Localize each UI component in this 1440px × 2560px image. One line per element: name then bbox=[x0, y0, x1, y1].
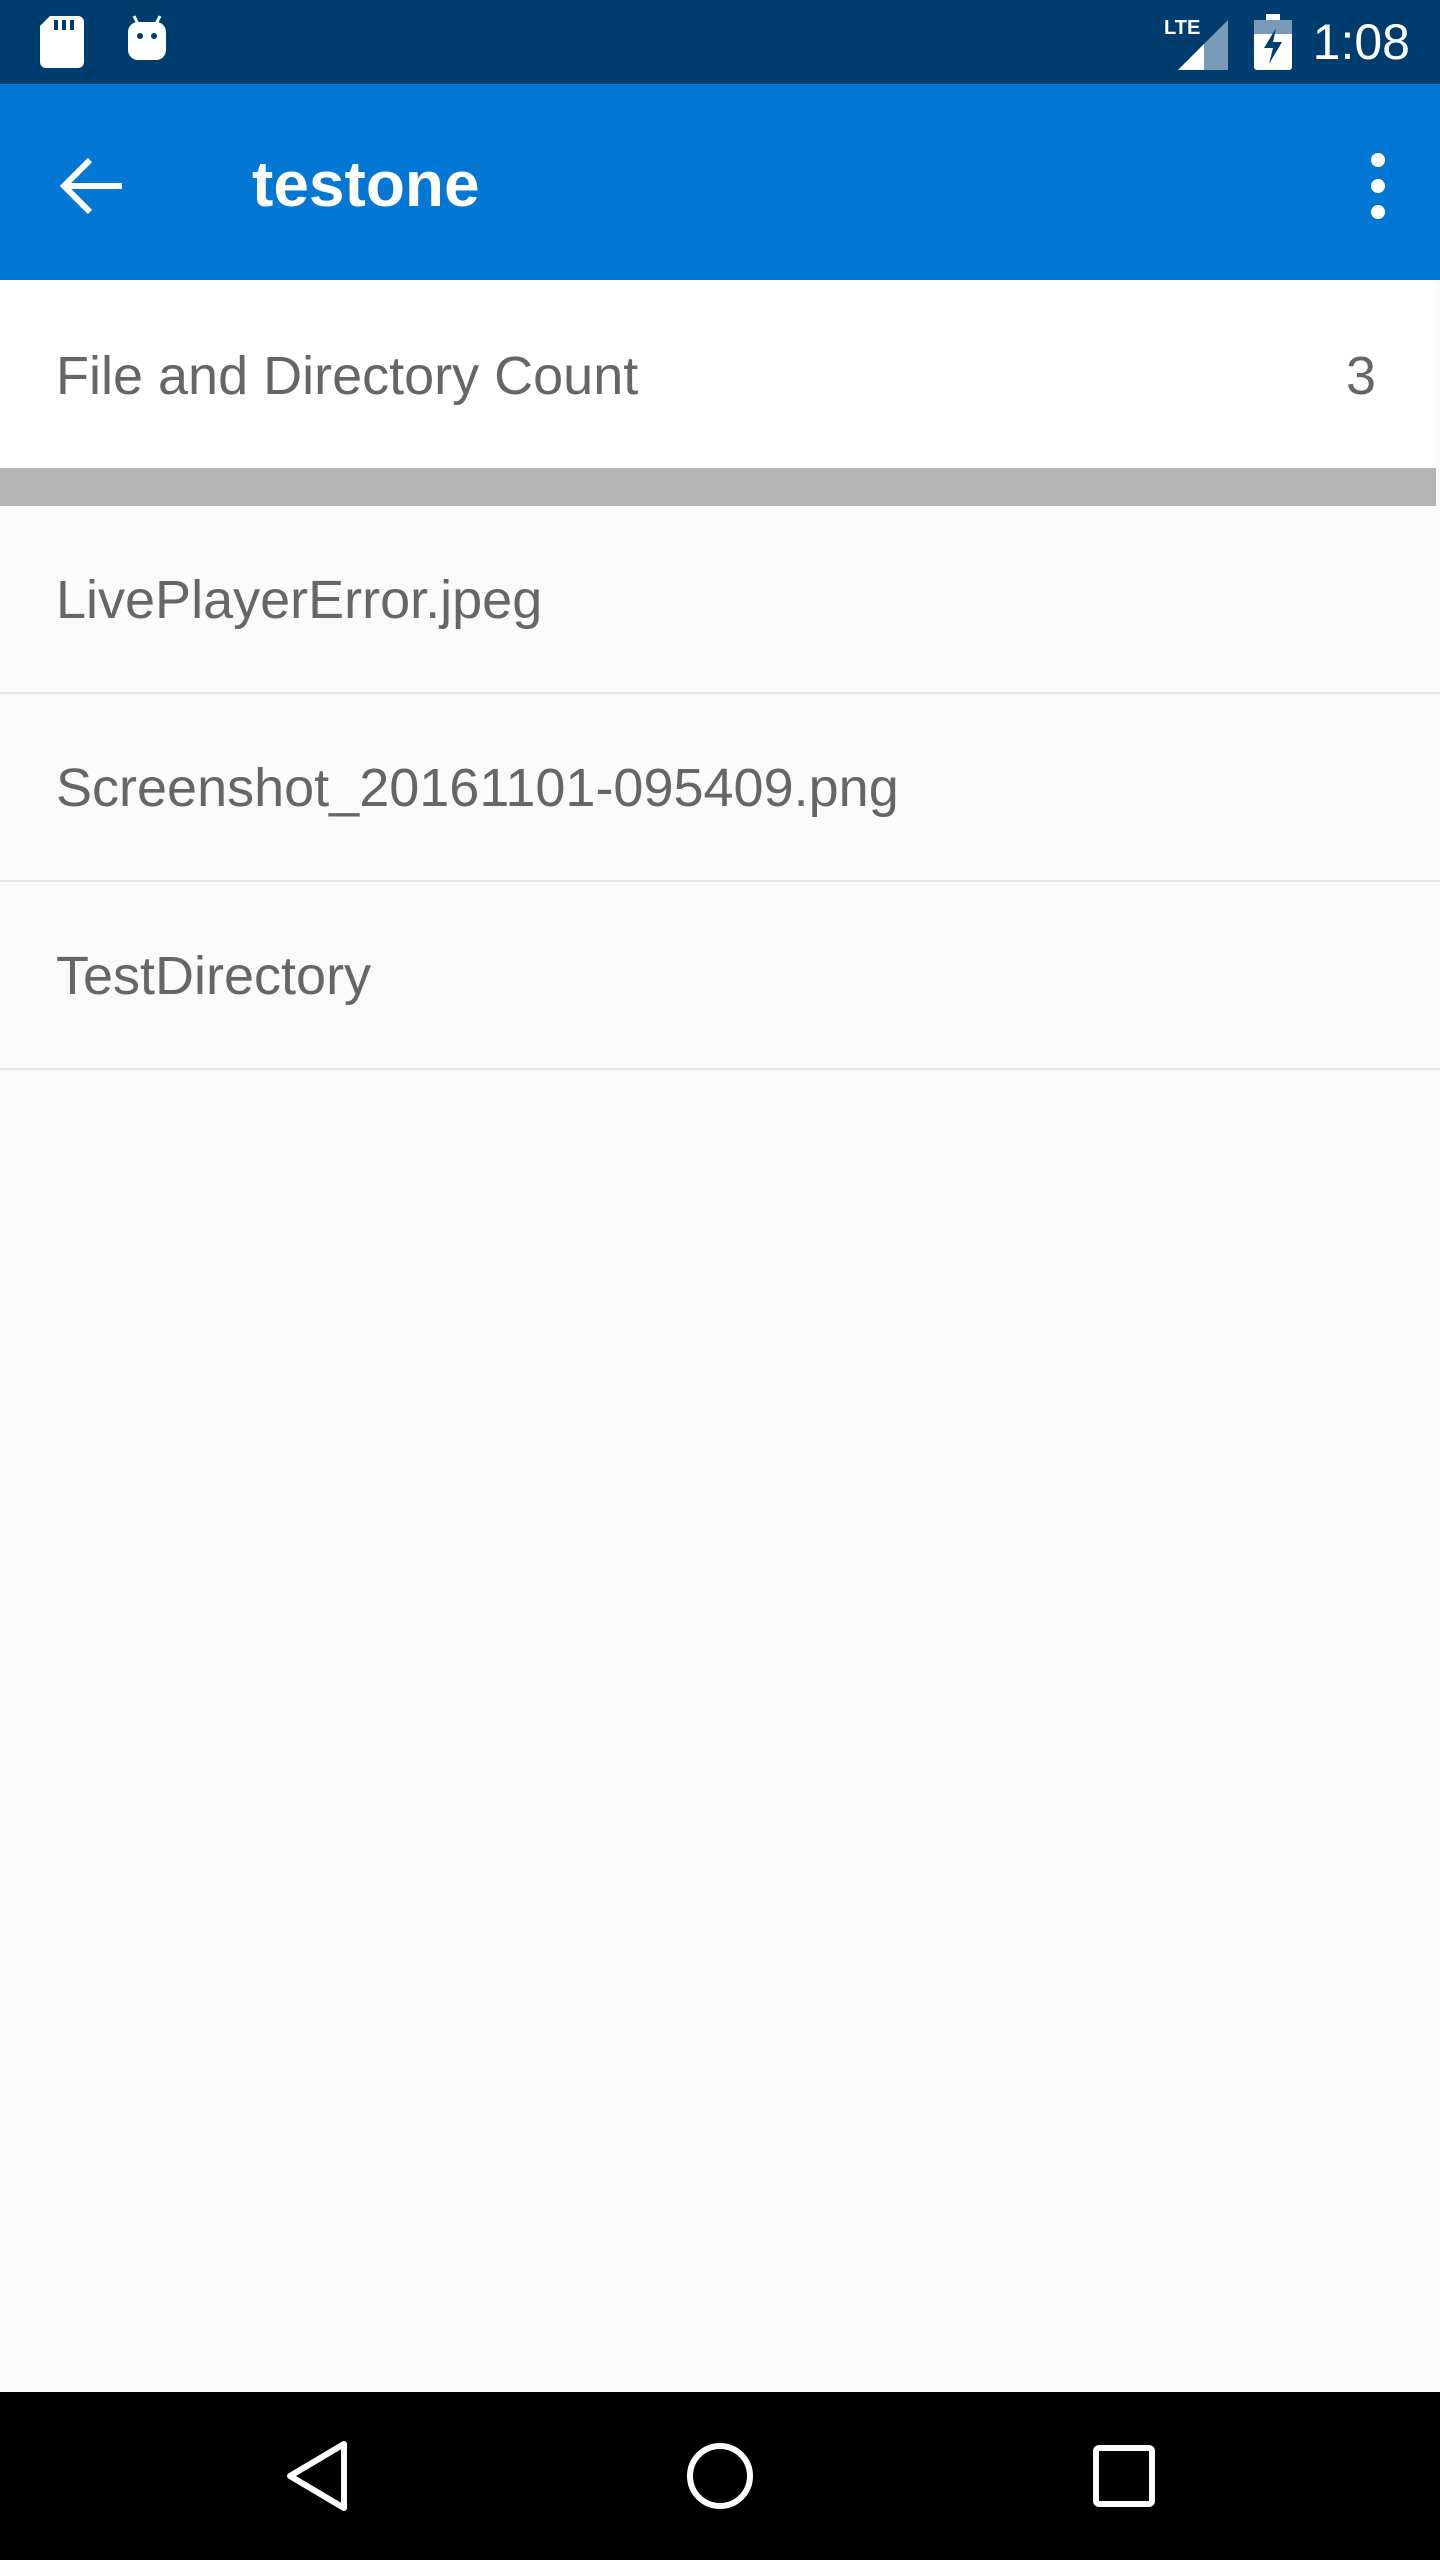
svg-text:LTE: LTE bbox=[1164, 17, 1200, 39]
list-item[interactable]: TestDirectory bbox=[0, 882, 1440, 1070]
lte-signal-icon: LTE bbox=[1164, 17, 1228, 70]
file-name: TestDirectory bbox=[56, 946, 372, 1006]
file-count-label: File and Directory Count bbox=[56, 346, 639, 406]
android-icon bbox=[128, 15, 166, 60]
back-triangle-icon bbox=[287, 2441, 347, 2511]
home-circle-icon bbox=[687, 2443, 753, 2509]
back-button[interactable] bbox=[46, 138, 142, 234]
file-name: Screenshot_20161101-095409.png bbox=[56, 758, 899, 818]
app-bar: testone bbox=[0, 84, 1440, 280]
file-count-value: 3 bbox=[1345, 346, 1376, 406]
overflow-menu-button[interactable] bbox=[1346, 138, 1410, 234]
nav-home-button[interactable] bbox=[670, 2426, 770, 2526]
arrow-back-icon bbox=[59, 157, 122, 215]
list-item[interactable]: Screenshot_20161101-095409.png bbox=[0, 694, 1440, 882]
status-bar: LTE 1:08 bbox=[0, 0, 1440, 84]
sd-card-icon bbox=[40, 16, 84, 68]
section-divider bbox=[0, 468, 1436, 506]
recents-square-icon bbox=[1093, 2445, 1155, 2507]
navigation-bar bbox=[0, 2392, 1440, 2560]
file-name: LivePlayerError.jpeg bbox=[56, 570, 543, 630]
status-clock: 1:08 bbox=[1312, 14, 1410, 70]
more-vert-icon bbox=[1371, 153, 1385, 219]
page-title: testone bbox=[252, 148, 480, 220]
nav-recents-button[interactable] bbox=[1074, 2426, 1174, 2526]
list-item[interactable]: LivePlayerError.jpeg bbox=[0, 506, 1440, 694]
file-list: LivePlayerError.jpeg Screenshot_20161101… bbox=[0, 506, 1440, 1070]
battery-charging-icon bbox=[1254, 14, 1292, 70]
nav-back-button[interactable] bbox=[266, 2426, 366, 2526]
file-count-row: File and Directory Count 3 bbox=[0, 280, 1436, 468]
